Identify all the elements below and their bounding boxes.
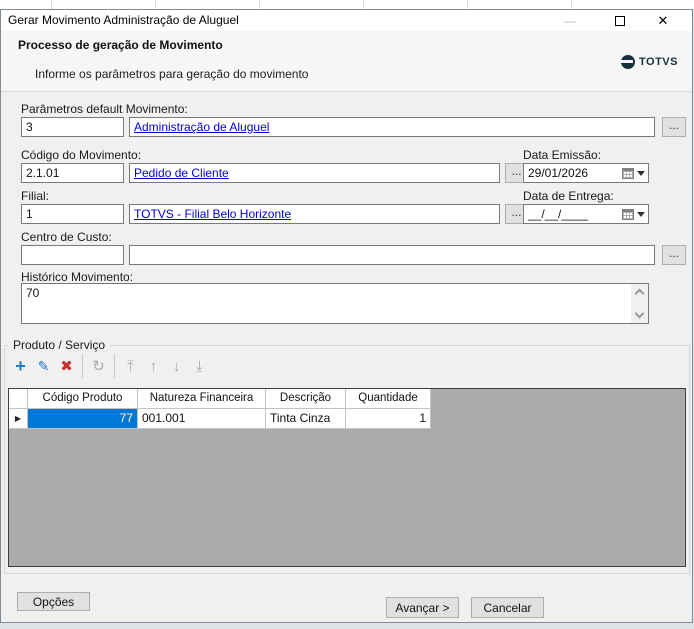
data-emissao-label: Data Emissão: [523,148,602,162]
centro-custo-description-field[interactable] [129,245,655,265]
window-title: Gerar Movimento Administração de Aluguel [8,13,239,27]
dialog-window: Gerar Movimento Administração de Aluguel… [0,9,693,623]
data-entrega-field: __/__/____ [523,204,649,224]
data-emissao-value[interactable]: 29/01/2026 [524,164,618,182]
grid-toolbar: + ✎ ✖ ↻ ⤒ ↑ ↓ ⤓ [9,352,211,380]
column-header[interactable]: Quantidade [346,389,431,409]
codigo-movimento-label: Código do Movimento: [21,148,142,162]
parametros-code-input[interactable]: 3 [21,117,124,137]
background-bottom-strip [0,623,694,629]
next-button[interactable]: Avançar > [386,597,459,618]
move-last-icon[interactable]: ⤓ [188,353,211,379]
centro-custo-browse-button[interactable]: ... [662,245,686,265]
maximize-icon[interactable] [605,10,635,31]
page-title: Processo de geração de Movimento [18,38,223,52]
titlebar: Gerar Movimento Administração de Aluguel… [1,10,692,31]
maximize-box-glyph [615,15,625,26]
column-header[interactable]: Código Produto [28,389,138,409]
data-emissao-picker-button[interactable] [618,164,648,182]
screen: Gerar Movimento Administração de Aluguel… [0,0,694,629]
scroll-down-icon[interactable] [634,308,645,319]
codigo-movimento-description-link[interactable]: Pedido de Cliente [134,166,229,180]
historico-scrollbar[interactable] [631,284,648,323]
wizard-header: Processo de geração de Movimento Informe… [1,31,692,92]
historico-value: 70 [26,286,40,300]
filial-code-input[interactable]: 1 [21,204,124,224]
minimize-icon[interactable]: — [555,10,585,31]
historico-label: Histórico Movimento: [21,270,134,284]
centro-custo-label: Centro de Custo: [21,230,112,244]
filial-label: Filial: [21,189,50,203]
page-subtitle: Informe os parâmetros para geração do mo… [35,67,309,81]
centro-custo-code-input[interactable] [21,245,124,265]
dropdown-arrow-icon [636,170,645,176]
column-header[interactable]: Descrição [266,389,346,409]
cell-codigo-produto[interactable]: 77 [28,409,138,429]
parametros-description-link[interactable]: Administração de Aluguel [134,120,269,134]
move-down-icon[interactable]: ↓ [165,353,188,379]
close-icon[interactable]: ✕ [648,10,678,31]
move-first-icon[interactable]: ⤒ [119,353,142,379]
parametros-browse-button[interactable]: ... [662,117,686,137]
filial-description-field: TOTVS - Filial Belo Horizonte [129,204,500,224]
totvs-logo-text: TOTVS [639,56,678,68]
add-row-icon[interactable]: + [9,353,32,379]
totvs-logo: TOTVS [620,55,678,69]
data-entrega-picker-button[interactable] [618,205,648,223]
filial-description-link[interactable]: TOTVS - Filial Belo Horizonte [134,207,291,221]
column-header[interactable]: Natureza Financeira [138,389,266,409]
move-up-icon[interactable]: ↑ [142,353,165,379]
produto-table: Código Produto Natureza Financeira Descr… [9,389,431,429]
scroll-up-icon[interactable] [634,288,645,299]
data-entrega-label: Data de Entrega: [523,189,614,203]
selector-header-cell [9,389,28,409]
refresh-icon[interactable]: ↻ [87,353,110,379]
cell-natureza-financeira[interactable]: 001.001 [138,409,266,429]
calendar-icon [621,167,634,179]
row-selector-icon: ▶ [9,409,28,429]
codigo-movimento-code-input[interactable]: 2.1.01 [21,163,124,183]
table-header-row: Código Produto Natureza Financeira Descr… [9,389,431,409]
calendar-icon [621,208,634,220]
parametros-label: Parâmetros default Movimento: [21,102,188,116]
delete-row-icon[interactable]: ✖ [55,353,78,379]
table-row[interactable]: ▶ 77 001.001 Tinta Cinza 1 [9,409,431,429]
parametros-description-field: Administração de Aluguel [129,117,655,137]
background-strip [0,0,694,9]
totvs-logo-icon [620,55,636,69]
toolbar-separator [114,354,115,378]
produto-grid: Código Produto Natureza Financeira Descr… [8,388,686,567]
produto-servico-legend: Produto / Serviço [8,338,111,352]
toolbar-separator [82,354,83,378]
data-emissao-field: 29/01/2026 [523,163,649,183]
cancel-button[interactable]: Cancelar [471,597,544,618]
codigo-movimento-description-field: Pedido de Cliente [129,163,500,183]
cell-descricao[interactable]: Tinta Cinza [266,409,346,429]
edit-row-icon[interactable]: ✎ [32,353,55,379]
cell-quantidade[interactable]: 1 [346,409,431,429]
options-button[interactable]: Opções [17,592,90,611]
data-entrega-value[interactable]: __/__/____ [524,205,618,223]
dropdown-arrow-icon [636,211,645,217]
historico-textarea[interactable]: 70 [21,283,649,324]
